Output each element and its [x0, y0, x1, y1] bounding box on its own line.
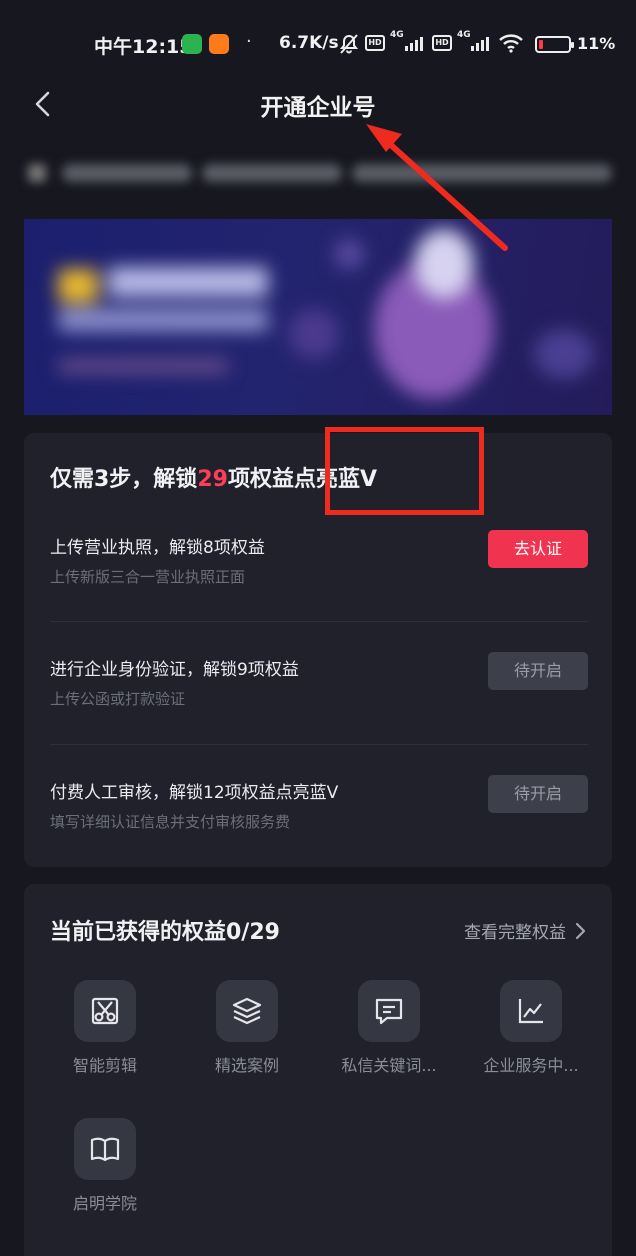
benefit-smart-edit[interactable]: 智能剪辑	[40, 980, 170, 1090]
status-time: 中午12:15	[94, 36, 193, 58]
nav-bar: 开通企业号	[0, 80, 636, 128]
benefit-label: 企业服务中...	[483, 1056, 579, 1075]
bell-off-icon	[338, 33, 360, 59]
wifi-icon	[498, 33, 524, 57]
scissors-icon	[74, 980, 136, 1042]
benefit-dm-keywords[interactable]: 私信关键词...	[324, 980, 454, 1090]
status-separator: ·	[246, 31, 252, 52]
battery-icon	[535, 36, 574, 53]
notice-strip[interactable]	[22, 150, 614, 196]
step-item: 付费人工审核，解锁12项权益点亮蓝V 填写详细认证信息并支付审核服务费 待开启	[50, 775, 612, 888]
hd-icon: HD	[365, 35, 385, 51]
step-title: 上传营业执照，解锁8项权益	[50, 538, 265, 558]
chevron-right-icon	[575, 922, 586, 939]
steps-title-prefix: 仅需3步，解锁	[50, 467, 198, 492]
step-item: 进行企业身份验证，解锁9项权益 上传公函或打款验证 待开启	[50, 652, 612, 765]
benefit-label: 智能剪辑	[72, 1056, 137, 1075]
annotation-highlight-box	[325, 427, 484, 515]
go-verify-button[interactable]: 去认证	[488, 530, 588, 568]
sim2-label: 4G	[457, 30, 471, 40]
steps-title-count: 29	[197, 467, 228, 492]
wechat-icon	[182, 34, 202, 54]
step-title: 付费人工审核，解锁12项权益点亮蓝V	[50, 783, 339, 803]
benefit-label: 精选案例	[214, 1056, 279, 1075]
sim1-label: 4G	[390, 30, 404, 40]
app-screen: 中午12:15 · 6.7K/s HD 4G HD 4G 11% 开通企业号 仅…	[0, 0, 636, 1256]
hd-icon: HD	[432, 35, 452, 51]
banner-image	[24, 219, 612, 415]
network-speed: 6.7K/s	[279, 33, 339, 53]
signal-icon	[471, 35, 489, 51]
benefit-label: 启明学院	[72, 1194, 137, 1213]
book-icon	[74, 1118, 136, 1180]
page-title: 开通企业号	[260, 95, 376, 121]
view-all-label: 查看完整权益	[464, 923, 566, 943]
view-all-benefits-link[interactable]: 查看完整权益	[464, 918, 586, 943]
signal-icon	[405, 35, 423, 51]
step-subtitle: 上传新版三合一营业执照正面	[50, 568, 246, 586]
mi-icon	[209, 34, 229, 54]
step-title: 进行企业身份验证，解锁9项权益	[50, 660, 299, 680]
divider	[50, 621, 588, 622]
divider	[50, 744, 588, 745]
benefit-qiming-academy[interactable]: 启明学院	[40, 1118, 170, 1228]
layers-icon	[216, 980, 278, 1042]
step-item: 上传营业执照，解锁8项权益 上传新版三合一营业执照正面 去认证	[50, 530, 612, 643]
step-subtitle: 上传公函或打款验证	[50, 690, 186, 708]
pending-button[interactable]: 待开启	[488, 775, 588, 813]
benefit-selected-cases[interactable]: 精选案例	[182, 980, 312, 1090]
status-bar: 中午12:15 · 6.7K/s HD 4G HD 4G 11%	[0, 0, 636, 88]
battery-percent: 11%	[577, 34, 616, 53]
step-subtitle: 填写详细认证信息并支付审核服务费	[50, 813, 291, 831]
message-icon	[358, 980, 420, 1042]
chart-icon	[500, 980, 562, 1042]
benefits-card: 当前已获得的权益0/29 查看完整权益 智能剪辑 精选案例 私信关键词... 企…	[24, 884, 612, 1256]
benefit-enterprise-service[interactable]: 企业服务中...	[466, 980, 596, 1090]
promo-banner[interactable]	[24, 219, 612, 415]
benefit-label: 私信关键词...	[341, 1056, 437, 1075]
benefits-title: 当前已获得的权益0/29	[50, 920, 280, 945]
verification-steps-card: 仅需3步，解锁29项权益点亮蓝V 上传营业执照，解锁8项权益 上传新版三合一营业…	[24, 433, 612, 867]
pending-button[interactable]: 待开启	[488, 652, 588, 690]
